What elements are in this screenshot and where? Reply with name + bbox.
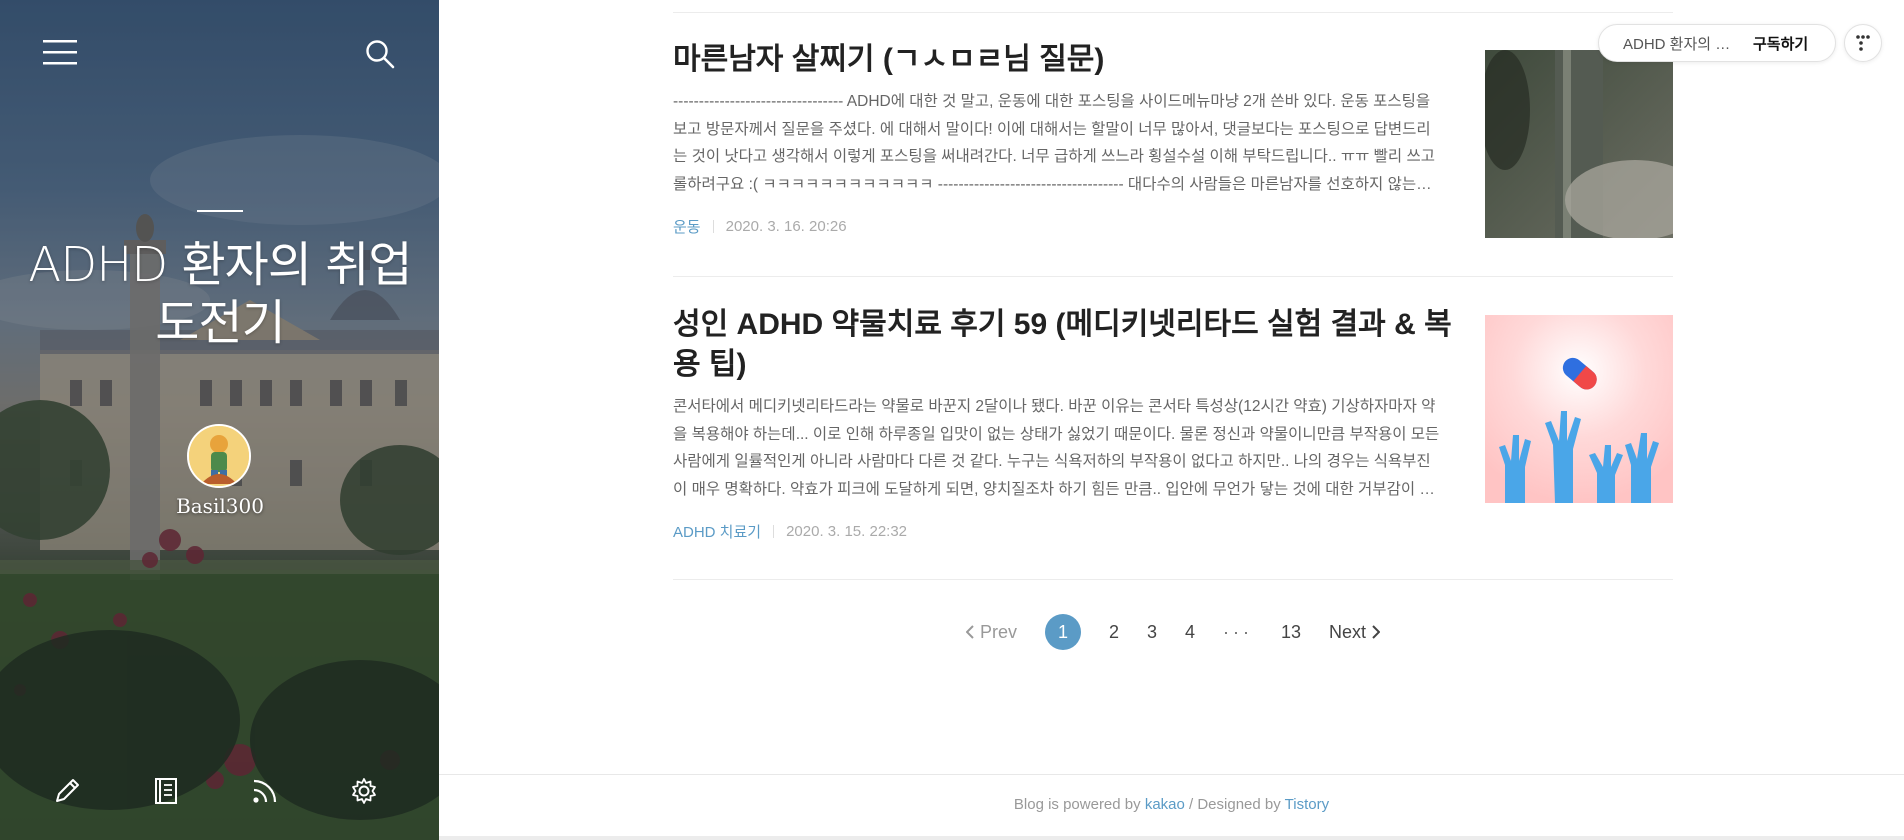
- footer-middle: / Designed by: [1189, 796, 1281, 813]
- blog-title[interactable]: ADHD 환자의 취업 도전기: [20, 236, 420, 352]
- page-button[interactable]: 2: [1095, 614, 1133, 650]
- tistory-link[interactable]: Tistory: [1285, 796, 1329, 813]
- sidebar-overlay: [0, 0, 439, 840]
- rss-button[interactable]: [242, 768, 288, 814]
- footer: Blog is powered by kakao / Designed by T…: [439, 796, 1904, 813]
- post-item[interactable]: 성인 ADHD 약물치료 후기 59 (메디키넷리타드 실험 결과 & 복용 팁…: [673, 305, 1673, 542]
- page-button-last[interactable]: 13: [1267, 614, 1315, 650]
- chevron-left-icon: [965, 625, 974, 639]
- search-button[interactable]: [358, 32, 402, 76]
- post-thumbnail[interactable]: [1485, 50, 1673, 238]
- prev-label: Prev: [979, 621, 1017, 642]
- page-button[interactable]: 4: [1171, 614, 1209, 650]
- post-meta: ADHD 치료기 2020. 3. 15. 22:32: [673, 521, 1673, 542]
- main-content: 마른남자 살찌기 (ㄱㅅㅁㄹ님 질문) --------------------…: [439, 0, 1904, 840]
- sidebar: ADHD 환자의 취업 도전기 Basil300: [0, 0, 439, 840]
- next-label: Next: [1329, 621, 1367, 642]
- settings-button[interactable]: [341, 768, 387, 814]
- meta-separator: [773, 525, 775, 538]
- hamburger-menu-icon: [43, 40, 77, 65]
- search-icon: [366, 40, 395, 69]
- page-button-current[interactable]: 1: [1044, 614, 1081, 650]
- write-button[interactable]: [44, 768, 90, 814]
- meta-separator: [712, 220, 714, 233]
- post-item[interactable]: 마른남자 살찌기 (ㄱㅅㅁㄹ님 질문) --------------------…: [673, 40, 1673, 238]
- footer-prefix: Blog is powered by: [1013, 796, 1141, 813]
- post-excerpt[interactable]: 콘서타에서 메디키넷리타드라는 약물로 바꾼지 2달이나 됐다. 바꾼 이유는 …: [673, 393, 1441, 503]
- avatar[interactable]: [187, 424, 251, 488]
- next-page-button[interactable]: Next: [1315, 614, 1400, 650]
- post-title[interactable]: 성인 ADHD 약물치료 후기 59 (메디키넷리타드 실험 결과 & 복용 팁…: [673, 305, 1458, 385]
- divider: [673, 276, 1673, 277]
- more-menu-button[interactable]: [1844, 24, 1882, 62]
- write-pencil-icon: [56, 779, 79, 802]
- subscribe-blog-name[interactable]: ADHD 환자의 취…: [1623, 33, 1739, 54]
- post-thumbnail-image: [1485, 50, 1673, 238]
- page-bottom-edge: [439, 836, 1904, 840]
- subscribe-button[interactable]: 구독하기: [1753, 33, 1808, 54]
- page-ellipsis: ···: [1223, 621, 1253, 642]
- title-rule: [197, 210, 243, 212]
- subscribe-bar: ADHD 환자의 취… 구독하기: [1598, 24, 1836, 62]
- post-thumbnail[interactable]: [1485, 315, 1673, 503]
- footer-divider: [439, 774, 1904, 775]
- settings-gear-icon: [352, 778, 376, 804]
- rss-feed-icon: [253, 779, 277, 803]
- notebook-icon: [155, 778, 177, 804]
- author-name[interactable]: Basil300: [120, 494, 320, 518]
- manage-button[interactable]: [143, 768, 189, 814]
- blog-title-block: ADHD 환자의 취업 도전기: [20, 210, 420, 352]
- post-category[interactable]: 운동: [673, 216, 701, 237]
- post-excerpt[interactable]: --------------------------------- ADHD에 …: [673, 88, 1441, 198]
- prev-page-button[interactable]: Prev: [946, 614, 1031, 650]
- post-date: 2020. 3. 15. 22:32: [786, 523, 908, 540]
- post-date: 2020. 3. 16. 20:26: [725, 218, 847, 235]
- more-dots-icon: [1856, 35, 1870, 51]
- chevron-right-icon: [1372, 625, 1381, 639]
- page-button[interactable]: 3: [1133, 614, 1171, 650]
- avatar-image: [189, 426, 249, 486]
- menu-button[interactable]: [38, 30, 82, 74]
- divider: [673, 12, 1673, 13]
- kakao-link[interactable]: kakao: [1145, 796, 1185, 813]
- post-thumbnail-image: [1485, 315, 1673, 503]
- divider: [673, 579, 1673, 580]
- sidebar-bottom-toolbar: [0, 768, 439, 814]
- post-title[interactable]: 마른남자 살찌기 (ㄱㅅㅁㄹ님 질문): [673, 40, 1458, 80]
- pagination: Prev 1 2 3 4 ··· 13 Next: [673, 612, 1673, 652]
- post-category[interactable]: ADHD 치료기: [673, 521, 761, 542]
